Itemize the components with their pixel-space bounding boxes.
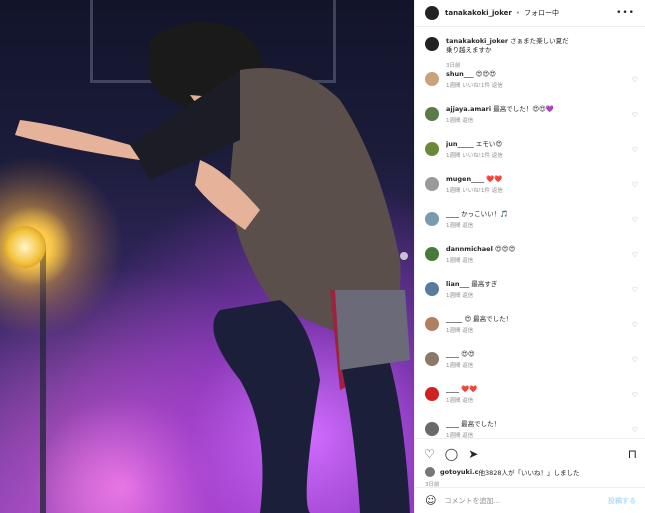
comment-text: ❤️❤️ <box>461 385 478 393</box>
emoji-icon[interactable]: ☺ <box>425 494 436 507</box>
comment-item: ____ かっこいい！🎵 1週間 返信 ♡ <box>415 210 645 245</box>
comment-text: 最高でした！😍😍💜 <box>493 105 554 113</box>
comment-username[interactable]: ____ <box>446 350 459 358</box>
commenter-avatar[interactable] <box>425 247 439 261</box>
commenter-avatar[interactable] <box>425 107 439 121</box>
comment-username[interactable]: lian___ <box>446 280 469 288</box>
comment-meta: 1週間 いいね!1件 返信 <box>446 188 503 194</box>
comment-meta: 1週間 いいね!1件 返信 <box>446 83 503 89</box>
comment-item: ____ ❤️❤️ 1週間 返信 ♡ <box>415 385 645 420</box>
comment-meta: 1週間 返信 <box>446 118 474 124</box>
post-photo[interactable] <box>0 0 414 513</box>
avatar[interactable] <box>425 6 439 20</box>
comment-username[interactable]: dannmichael <box>446 245 493 253</box>
action-bar: ♡ ◯ ➤ ⊓ gotoyuki.c 他3828人が「いいね！」しました 3日前 <box>415 438 645 491</box>
comment-text: かっこいい！🎵 <box>461 210 509 218</box>
comment-item: dannmichael 😍😍😍 1週間 返信 ♡ <box>415 245 645 280</box>
comment-list: shun___ 😍😍😍 1週間 いいね!1件 返信 ♡ ajjaya.amari 最高… <box>415 70 645 438</box>
comment-like-icon[interactable]: ♡ <box>632 286 638 294</box>
following-button[interactable]: フォロー中 <box>524 8 559 18</box>
post-comment-button[interactable]: 投稿する <box>608 496 636 506</box>
comment-item: _____ 😍 最高でした！ 1週間 返信 ♡ <box>415 315 645 350</box>
comment-username[interactable]: mugen____ <box>446 175 484 183</box>
comment-like-icon[interactable]: ♡ <box>632 181 638 189</box>
commenter-avatar[interactable] <box>425 422 439 436</box>
comment-item: jun_____ エモい😍 1週間 いいね!1件 返信 ♡ <box>415 140 645 175</box>
commenter-avatar[interactable] <box>425 317 439 331</box>
comment-text: 最高すぎ <box>471 280 498 288</box>
comment-item: shun___ 😍😍😍 1週間 いいね!1件 返信 ♡ <box>415 70 645 105</box>
comment-like-icon[interactable]: ♡ <box>632 146 638 154</box>
comment-username[interactable]: ajjaya.amari <box>446 105 491 113</box>
comment-username[interactable]: _____ <box>446 315 462 323</box>
commenter-avatar[interactable] <box>425 282 439 296</box>
caption-block: tanakakoki_joker さぁまた楽しい夏だ 乗り越えますか 3日前 <box>415 27 645 69</box>
comment-input[interactable]: コメントを追加... <box>444 496 608 506</box>
save-icon[interactable]: ⊓ <box>628 447 637 461</box>
like-icon[interactable]: ♡ <box>424 447 435 461</box>
comment-like-icon[interactable]: ♡ <box>632 251 638 259</box>
comment-like-icon[interactable]: ♡ <box>632 321 638 329</box>
likes-text: 他3828人が「いいね！」しました <box>478 469 580 477</box>
comment-text: ❤️❤️ <box>486 175 503 183</box>
commenter-avatar[interactable] <box>425 72 439 86</box>
liker-username[interactable]: gotoyuki.c <box>440 468 478 476</box>
comment-meta: 1週間 返信 <box>446 363 474 369</box>
comment-text: エモい😍 <box>475 140 503 148</box>
comment-username[interactable]: shun___ <box>446 70 474 78</box>
caption-time: 3日前 <box>446 63 461 69</box>
comment-like-icon[interactable]: ♡ <box>632 216 638 224</box>
comment-meta: 1週間 いいね!1件 返信 <box>446 153 503 159</box>
comment-like-icon[interactable]: ♡ <box>632 111 638 119</box>
comment-meta: 1週間 返信 <box>446 223 474 229</box>
comment-username[interactable]: ____ <box>446 385 459 393</box>
comment-meta: 1週間 返信 <box>446 258 474 264</box>
commenter-avatar[interactable] <box>425 212 439 226</box>
comment-text: 😍😍 <box>461 350 475 358</box>
comment-item: lian___ 最高すぎ 1週間 返信 ♡ <box>415 280 645 315</box>
liker-avatar <box>425 467 435 477</box>
comment-meta: 1週間 返信 <box>446 293 474 299</box>
comment-like-icon[interactable]: ♡ <box>632 356 638 364</box>
comment-item: ____ 😍😍 1週間 返信 ♡ <box>415 350 645 385</box>
header-separator: • <box>515 9 521 17</box>
header-username[interactable]: tanakakoki_joker <box>445 9 512 17</box>
comment-item: ____ 最高でした！ 1週間 返信 ♡ <box>415 420 645 438</box>
comment-like-icon[interactable]: ♡ <box>632 391 638 399</box>
comment-like-icon[interactable]: ♡ <box>632 426 638 434</box>
post-header: tanakakoki_joker • フォロー中 ••• <box>415 0 645 27</box>
commenter-avatar[interactable] <box>425 387 439 401</box>
comment-username[interactable]: jun_____ <box>446 140 474 148</box>
comment-meta: 1週間 返信 <box>446 328 474 334</box>
comment-meta: 1週間 返信 <box>446 398 474 404</box>
commenter-avatar[interactable] <box>425 177 439 191</box>
add-comment-bar: ☺ コメントを追加... 投稿する <box>415 487 645 513</box>
comment-username[interactable]: ____ <box>446 420 459 428</box>
comment-text: 最高でした！ <box>461 420 501 428</box>
more-options-icon[interactable]: ••• <box>616 8 635 18</box>
comment-icon[interactable]: ◯ <box>445 447 458 461</box>
comment-like-icon[interactable]: ♡ <box>632 76 638 84</box>
commenter-avatar[interactable] <box>425 352 439 366</box>
caption-username[interactable]: tanakakoki_joker <box>446 37 508 45</box>
comment-text: 😍😍😍 <box>475 70 496 78</box>
likes-summary[interactable]: gotoyuki.c 他3828人が「いいね！」しました <box>415 463 645 477</box>
carousel-next-indicator[interactable] <box>400 252 408 260</box>
comment-text: 😍 最高でした！ <box>464 315 513 323</box>
comment-item: mugen____ ❤️❤️ 1週間 いいね!1件 返信 ♡ <box>415 175 645 210</box>
singer-figure <box>15 22 410 513</box>
comment-text: 😍😍😍 <box>494 245 516 253</box>
post-side-panel: tanakakoki_joker • フォロー中 ••• tanakakoki_… <box>414 0 645 513</box>
caption-avatar[interactable] <box>425 37 439 51</box>
comment-username[interactable]: ____ <box>446 210 459 218</box>
commenter-avatar[interactable] <box>425 142 439 156</box>
comment-item: ajjaya.amari 最高でした！😍😍💜 1週間 返信 ♡ <box>415 105 645 140</box>
share-icon[interactable]: ➤ <box>468 447 478 461</box>
